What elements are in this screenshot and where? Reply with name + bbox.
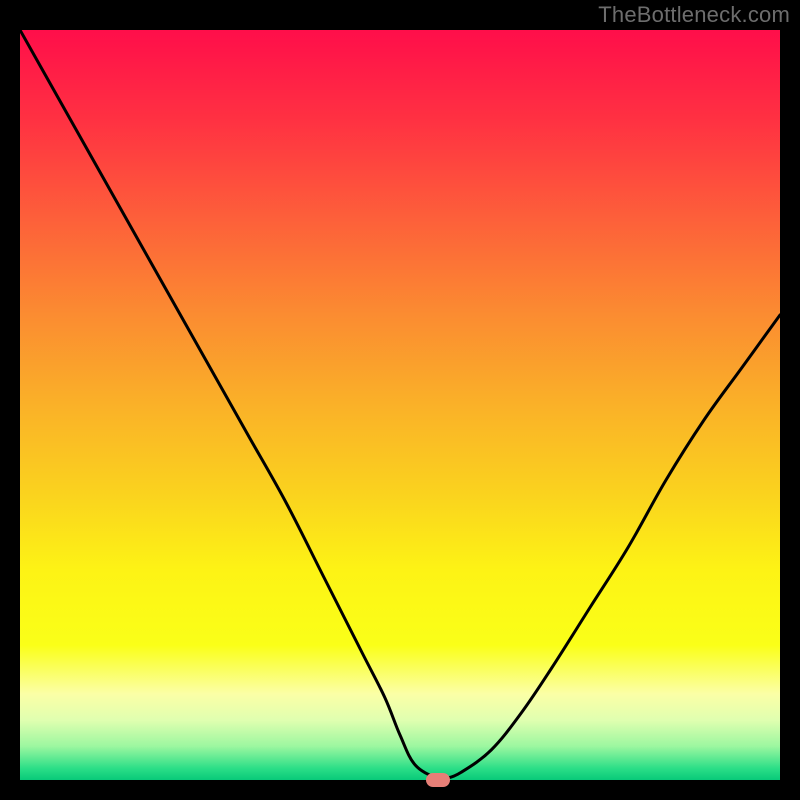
chart-background [20,30,780,780]
plot-area [20,30,780,780]
optimal-marker [426,773,450,787]
watermark-label: TheBottleneck.com [598,2,790,28]
chart-frame: TheBottleneck.com [0,0,800,800]
chart-svg [20,30,780,780]
